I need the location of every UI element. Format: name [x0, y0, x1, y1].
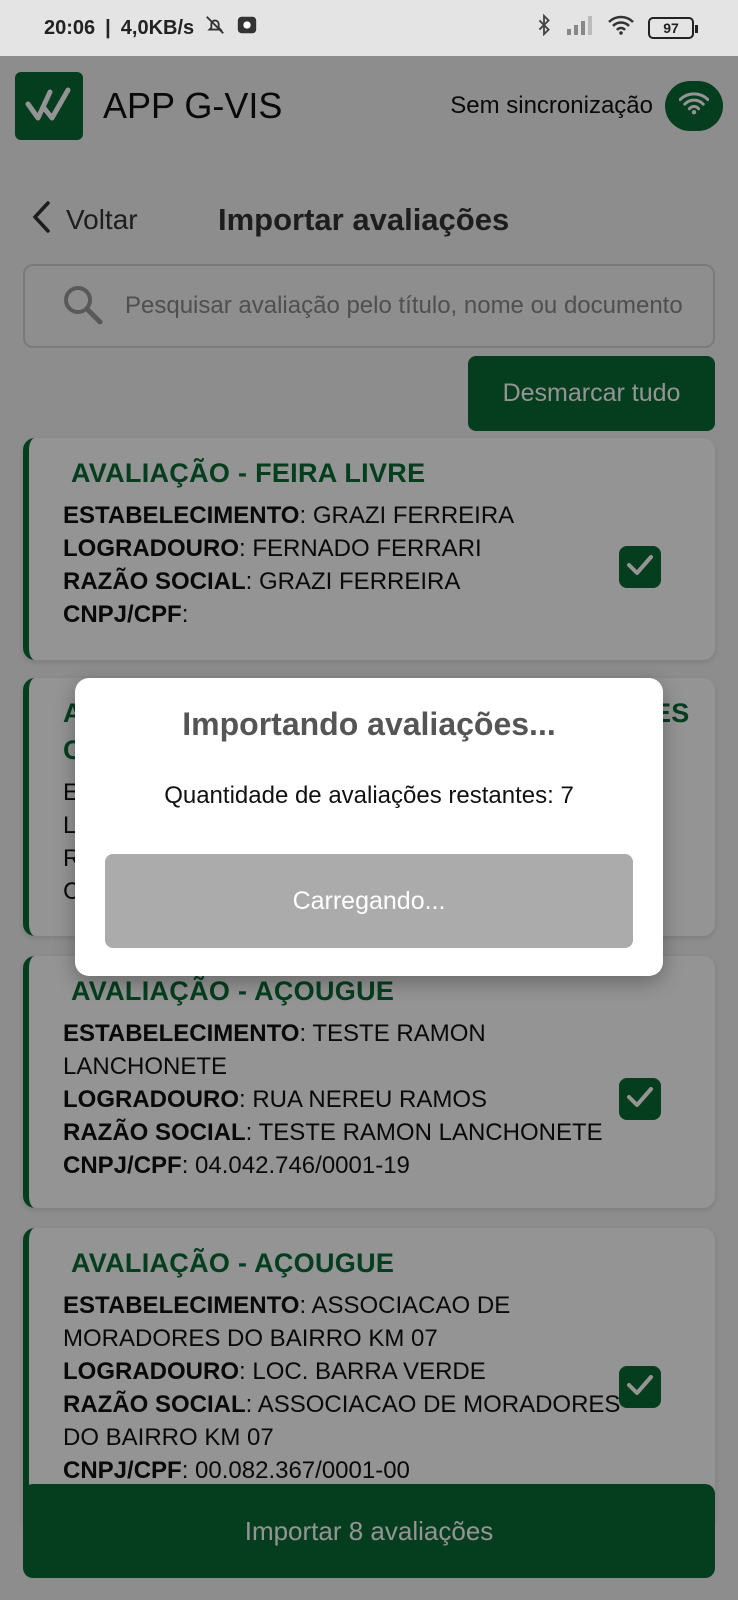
status-speed: 4,0KB/s: [120, 16, 195, 39]
signal-icon: [566, 15, 594, 41]
loading-button: Carregando...: [105, 854, 633, 948]
app-notification-icon: [236, 14, 258, 42]
status-time: 20:06: [44, 16, 96, 39]
import-progress-dialog: Importando avaliações... Quantidade de a…: [75, 678, 663, 976]
wifi-icon: [608, 15, 634, 41]
bluetooth-icon: [536, 13, 552, 42]
dialog-title: Importando avaliações...: [182, 706, 556, 742]
battery-icon: 97: [648, 17, 698, 39]
status-bar: 20:06 | 4,0KB/s 97: [0, 0, 738, 56]
dialog-message: Quantidade de avaliações restantes: 7: [164, 782, 574, 809]
bell-off-icon: [204, 14, 226, 42]
